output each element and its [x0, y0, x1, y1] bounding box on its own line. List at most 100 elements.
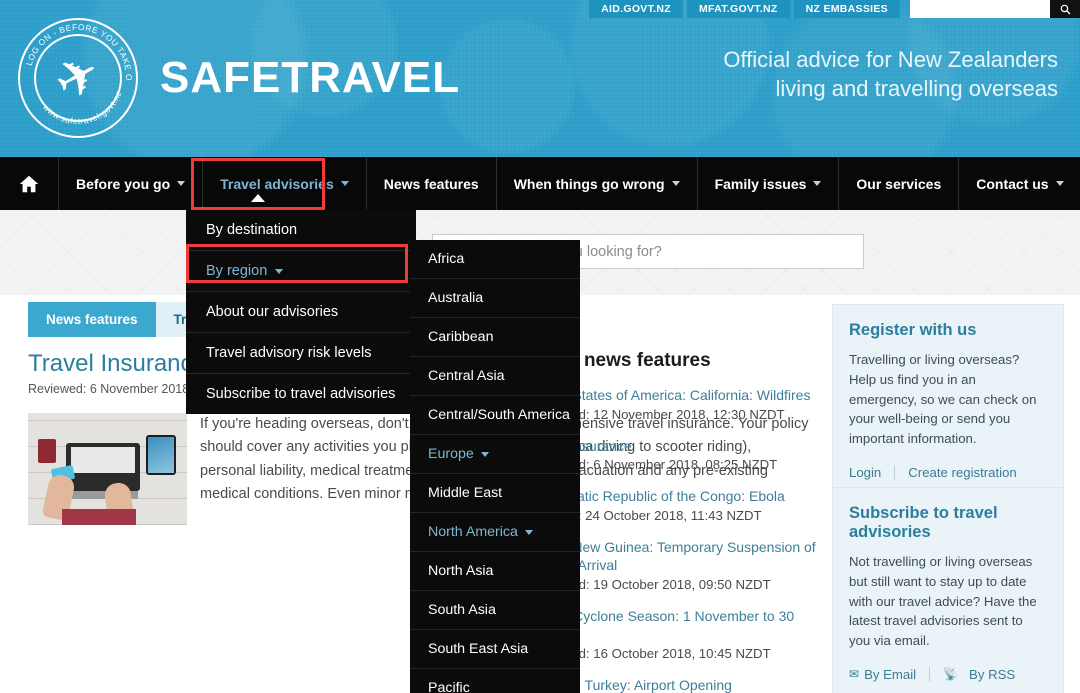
rss-icon: 📡 [943, 667, 959, 682]
chevron-down-icon [671, 181, 680, 186]
header-tagline: Official advice for New Zealanders livin… [723, 45, 1058, 103]
register-body: Travelling or living overseas? Help us f… [849, 352, 1037, 447]
envelope-icon: ✉ [849, 667, 860, 682]
nav-label: When things go wrong [513, 175, 665, 192]
submenu-label: Europe [428, 446, 474, 462]
nav-item-when-things-go-wrong[interactable]: When things go wrong [497, 157, 698, 210]
nav-item-contact-us[interactable]: Contact us [959, 157, 1080, 210]
submenu-label: South Asia [428, 602, 496, 618]
dropdown-item-by-destination[interactable]: By destination [186, 210, 416, 251]
article-thumbnail [28, 413, 187, 525]
article-title[interactable]: Travel Insurance [28, 350, 206, 378]
submenu-item-south-east-asia[interactable]: South East Asia [410, 630, 580, 669]
dropdown-item-by-region[interactable]: By region [186, 251, 416, 292]
nav-item-home[interactable] [0, 157, 59, 210]
chevron-down-icon [480, 451, 489, 457]
site-header-banner: AID.GOVT.NZ MFAT.GOVT.NZ NZ EMBASSIES ✈ [0, 0, 1080, 157]
passport-shape [38, 439, 56, 463]
nav-item-travel-advisories[interactable]: Travel advisories [203, 157, 367, 210]
divider [894, 464, 896, 480]
submenu-label: North Asia [428, 563, 494, 579]
submenu-item-africa[interactable]: Africa [410, 240, 580, 279]
by-rss-label: By RSS [969, 666, 1016, 682]
submenu-item-central-south-america[interactable]: Central/South America [410, 396, 580, 435]
home-icon [19, 175, 39, 192]
utility-link-aid[interactable]: AID.GOVT.NZ [589, 0, 683, 18]
dropdown-label: By region [206, 263, 268, 279]
nav-label: Travel advisories [220, 175, 334, 192]
nav-label: Family issues [714, 175, 807, 192]
submenu-item-north-america[interactable]: North America [410, 513, 580, 552]
submenu-item-south-asia[interactable]: South Asia [410, 591, 580, 630]
chevron-down-icon [275, 268, 284, 274]
submenu-label: Pacific [428, 680, 470, 693]
utility-link-mfat[interactable]: MFAT.GOVT.NZ [686, 0, 790, 18]
submenu-label: Central/South America [428, 407, 570, 423]
logo-arc-text: LOG ON - BEFORE YOU TAKE OFF www.safetra… [18, 18, 134, 126]
submenu-label: Central Asia [428, 368, 505, 384]
utility-link-embassies[interactable]: NZ EMBASSIES [793, 0, 900, 18]
dropdown-label: By destination [206, 222, 298, 238]
tagline-line-2: living and travelling overseas [775, 76, 1059, 102]
submenu-item-north-asia[interactable]: North Asia [410, 552, 580, 591]
register-card: Register with us Travelling or living ov… [832, 304, 1064, 495]
nav-label: News features [383, 175, 479, 192]
travel-advisories-dropdown: By destination By region About our advis… [186, 210, 416, 414]
register-links: Login Create registration [849, 464, 1047, 480]
dropdown-item-about-our-advisories[interactable]: About our advisories [186, 292, 416, 333]
subscribe-card: Subscribe to travel advisories Not trave… [832, 487, 1064, 693]
logo-wordmark: SAFETRAVEL [160, 53, 461, 102]
utility-nav: AID.GOVT.NZ MFAT.GOVT.NZ NZ EMBASSIES [589, 0, 1080, 18]
logo-arc-bottom-text: www.safetravel.govt.nz [40, 89, 123, 126]
dropdown-item-subscribe[interactable]: Subscribe to travel advisories [186, 374, 416, 414]
submenu-item-central-asia[interactable]: Central Asia [410, 357, 580, 396]
utility-search-button[interactable] [1050, 0, 1080, 18]
utility-search [910, 0, 1080, 18]
nav-item-family-issues[interactable]: Family issues [698, 157, 840, 210]
laptop-shape [66, 443, 140, 491]
main-navigation: Before you go Travel advisories News fea… [0, 157, 1080, 210]
logo-badge: ✈ LOG ON - BEFORE YOU TAKE OFF www.safet… [18, 18, 138, 138]
dropdown-label: About our advisories [206, 304, 339, 320]
submenu-label: Africa [428, 251, 465, 267]
by-email-label: By Email [864, 666, 917, 682]
nav-item-our-services[interactable]: Our services [839, 157, 960, 210]
submenu-item-caribbean[interactable]: Caribbean [410, 318, 580, 357]
tablet-shape [146, 435, 176, 475]
register-heading: Register with us [849, 321, 977, 339]
subscribe-heading: Subscribe to travel advisories [849, 504, 998, 541]
submenu-item-europe[interactable]: Europe [410, 435, 580, 474]
chevron-down-icon [340, 181, 349, 186]
dropdown-label: Travel advisory risk levels [206, 345, 372, 361]
login-link[interactable]: Login [849, 465, 881, 480]
submenu-item-middle-east[interactable]: Middle East [410, 474, 580, 513]
dropdown-item-risk-levels[interactable]: Travel advisory risk levels [186, 333, 416, 374]
submenu-label: Caribbean [428, 329, 494, 345]
submenu-label: Middle East [428, 485, 503, 501]
submenu-label: North America [428, 524, 518, 540]
search-icon [1060, 4, 1070, 14]
nav-label: Contact us [976, 175, 1049, 192]
by-rss-link[interactable]: 📡 By RSS [943, 667, 1015, 682]
tagline-line-1: Official advice for New Zealanders [723, 47, 1058, 72]
by-email-link[interactable]: ✉ By Email [849, 667, 916, 682]
chevron-down-icon [524, 529, 533, 535]
submenu-label: South East Asia [428, 641, 529, 657]
divider [929, 666, 931, 682]
create-registration-link[interactable]: Create registration [908, 465, 1016, 480]
submenu-label: Australia [428, 290, 484, 306]
submenu-item-pacific[interactable]: Pacific [410, 669, 580, 693]
dropdown-label: Subscribe to travel advisories [206, 386, 396, 402]
chevron-down-icon [813, 181, 822, 186]
by-region-submenu: Africa Australia Caribbean Central Asia … [410, 240, 580, 693]
site-logo[interactable]: ✈ LOG ON - BEFORE YOU TAKE OFF www.safet… [18, 18, 460, 138]
tab-news-features[interactable]: News features [28, 302, 156, 337]
nav-item-before-you-go[interactable]: Before you go [59, 157, 204, 210]
submenu-item-australia[interactable]: Australia [410, 279, 580, 318]
chevron-down-icon [177, 181, 186, 186]
utility-search-input[interactable] [910, 0, 1050, 18]
nav-label: Before you go [76, 175, 171, 192]
nav-item-news-features[interactable]: News features [367, 157, 497, 210]
subscribe-links: ✉ By Email 📡 By RSS [849, 666, 1047, 682]
logo-arc-top-text: LOG ON - BEFORE YOU TAKE OFF [18, 18, 134, 81]
